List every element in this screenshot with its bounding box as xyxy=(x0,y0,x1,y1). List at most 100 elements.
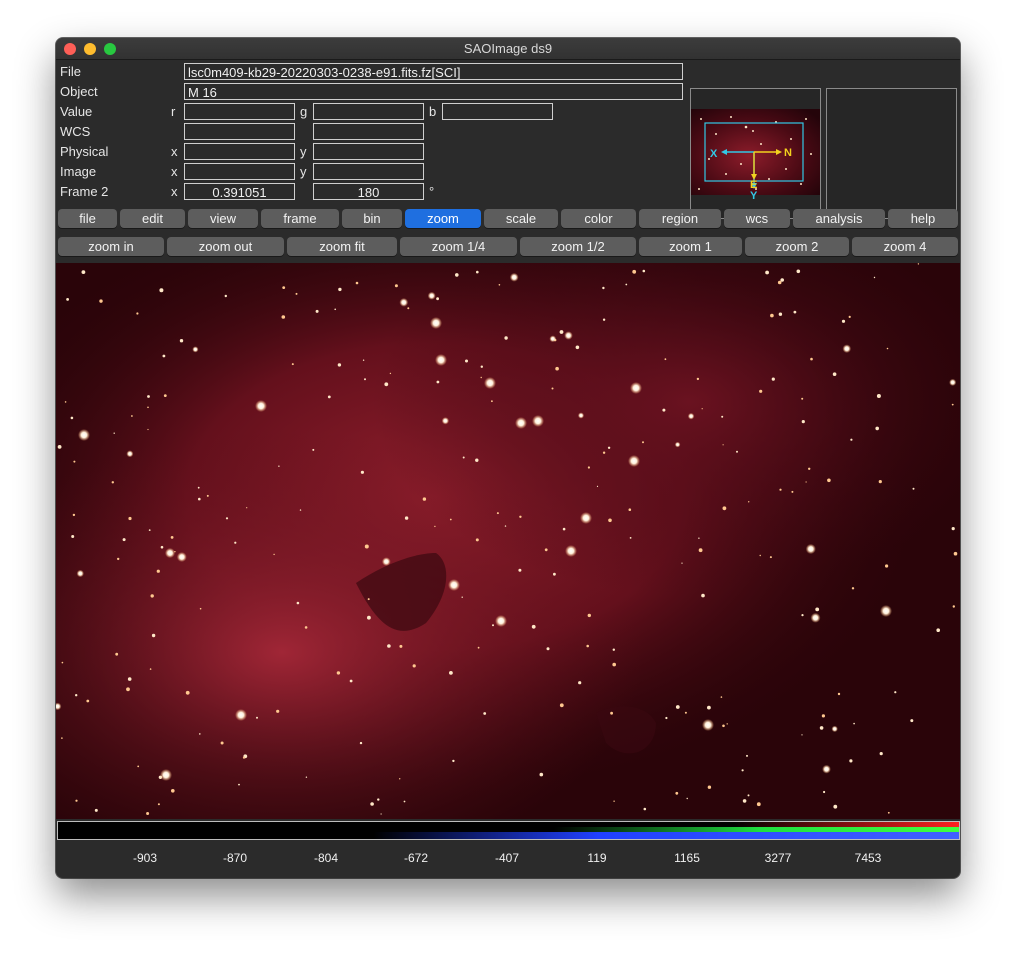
star xyxy=(78,429,90,441)
star xyxy=(823,790,826,794)
panner-e-label: E xyxy=(750,179,757,191)
zoom-2-button[interactable]: zoom 2 xyxy=(745,237,849,256)
star xyxy=(587,613,591,618)
star xyxy=(176,552,187,562)
colorbar[interactable] xyxy=(57,821,960,840)
star xyxy=(822,764,831,774)
image-display[interactable] xyxy=(56,263,960,819)
star xyxy=(370,802,374,806)
star xyxy=(242,756,246,759)
star xyxy=(498,284,501,286)
menu-scale-button[interactable]: scale xyxy=(484,209,558,228)
physical-y-field[interactable] xyxy=(313,143,424,160)
menu-region-button[interactable]: region xyxy=(639,209,721,228)
star xyxy=(235,709,247,721)
colorbar-ticks: -903 -870 -804 -672 -407 119 1165 3277 7… xyxy=(56,844,960,872)
star xyxy=(197,486,200,489)
menu-edit-button[interactable]: edit xyxy=(120,209,185,228)
value-r-field[interactable] xyxy=(184,103,295,120)
zoom-fit-button[interactable]: zoom fit xyxy=(287,237,397,256)
star xyxy=(951,527,955,531)
star xyxy=(198,497,201,501)
star xyxy=(296,601,300,605)
star xyxy=(185,690,190,695)
star xyxy=(628,508,632,511)
file-field[interactable]: lsc0m409-kb29-20220303-0238-e91.fits.fz[… xyxy=(184,63,683,80)
zoom-4-button[interactable]: zoom 4 xyxy=(852,237,958,256)
frame-zoom-field[interactable]: 0.391051 xyxy=(184,183,295,200)
menu-zoom-button[interactable]: zoom xyxy=(405,209,481,228)
star xyxy=(117,557,120,561)
wcs-field-1[interactable] xyxy=(184,123,295,140)
star xyxy=(291,363,294,366)
star xyxy=(147,395,150,398)
star xyxy=(504,525,507,527)
physical-x-field[interactable] xyxy=(184,143,295,160)
menu-wcs-button[interactable]: wcs xyxy=(724,209,790,228)
zoom-1-button[interactable]: zoom 1 xyxy=(639,237,742,256)
zoom-quarter-button[interactable]: zoom 1/4 xyxy=(400,237,517,256)
star xyxy=(643,807,647,811)
star xyxy=(698,548,703,553)
star xyxy=(299,509,302,511)
menu-bin-button[interactable]: bin xyxy=(342,209,402,228)
star xyxy=(953,551,958,556)
star xyxy=(810,612,821,623)
menu-view-button[interactable]: view xyxy=(188,209,258,228)
star xyxy=(549,335,557,343)
star xyxy=(832,372,837,376)
star xyxy=(886,347,889,350)
star xyxy=(199,607,202,610)
degree-symbol: ° xyxy=(429,184,435,199)
star xyxy=(338,287,342,292)
menu-frame-button[interactable]: frame xyxy=(261,209,339,228)
zoom-half-button[interactable]: zoom 1/2 xyxy=(520,237,636,256)
star xyxy=(612,648,615,651)
menu-color-button[interactable]: color xyxy=(561,209,636,228)
star xyxy=(562,527,566,531)
star xyxy=(756,802,761,807)
star xyxy=(72,513,76,517)
object-field[interactable]: M 16 xyxy=(184,83,683,100)
star xyxy=(746,754,748,757)
image-x-axis: x xyxy=(171,164,178,179)
menu-help-button[interactable]: help xyxy=(888,209,958,228)
star xyxy=(791,490,794,493)
image-x-field[interactable] xyxy=(184,163,295,180)
panner[interactable]: X Y N E xyxy=(690,88,821,219)
star xyxy=(952,605,955,608)
star xyxy=(64,401,67,403)
star xyxy=(625,283,628,286)
panner-y-label: Y xyxy=(750,190,758,202)
star xyxy=(496,512,499,515)
value-b-field[interactable] xyxy=(442,103,553,120)
menu-file-button[interactable]: file xyxy=(58,209,117,228)
value-g-field[interactable] xyxy=(313,103,424,120)
star xyxy=(770,313,774,318)
frame-angle-field[interactable]: 180 xyxy=(313,183,424,200)
star xyxy=(808,467,811,470)
star xyxy=(686,797,688,800)
star xyxy=(887,811,890,814)
star xyxy=(629,537,632,539)
title-bar[interactable]: SAOImage ds9 xyxy=(56,38,960,60)
ds9-window: SAOImage ds9 File lsc0m409-kb29-20220303… xyxy=(56,38,960,878)
wcs-field-2[interactable] xyxy=(313,123,424,140)
colorbar-tick: 3277 xyxy=(764,851,792,865)
star xyxy=(99,299,103,303)
zoom-in-button[interactable]: zoom in xyxy=(58,237,164,256)
star xyxy=(726,723,728,725)
star xyxy=(282,286,286,289)
colorbar-tick: -870 xyxy=(222,851,248,865)
star xyxy=(462,456,465,459)
star xyxy=(873,276,876,279)
star xyxy=(377,798,380,801)
star xyxy=(801,420,805,424)
menu-analysis-button[interactable]: analysis xyxy=(793,209,885,228)
star xyxy=(778,312,783,316)
image-y-field[interactable] xyxy=(313,163,424,180)
colorbar-tick: -672 xyxy=(403,851,429,865)
star xyxy=(171,789,175,793)
star xyxy=(801,614,804,617)
zoom-out-button[interactable]: zoom out xyxy=(167,237,284,256)
